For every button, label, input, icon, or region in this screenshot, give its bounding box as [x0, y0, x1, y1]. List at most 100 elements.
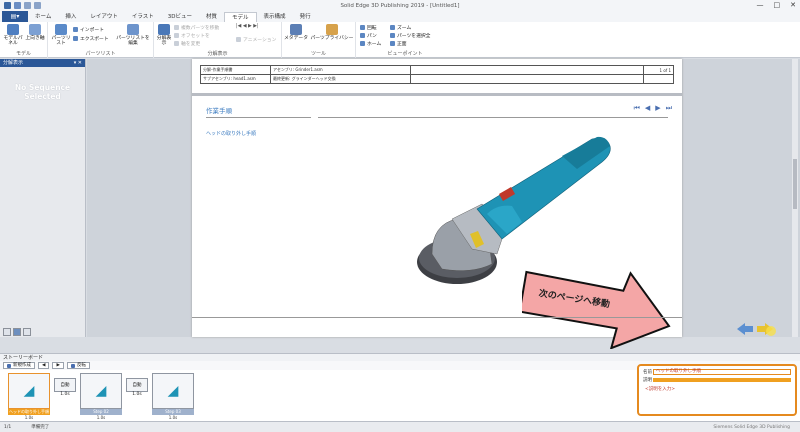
card-time: 1.0s: [168, 415, 178, 420]
pan-icon: [360, 33, 365, 38]
reverse-button[interactable]: 反転: [66, 362, 90, 369]
panel-tab-tree-icon[interactable]: [3, 328, 11, 336]
pin-icon[interactable]: ▾ ✕: [74, 59, 82, 67]
storyboard-header: ストーリーボード: [0, 353, 800, 361]
metadata-button[interactable]: メタデータ: [284, 24, 308, 41]
storyboard-card[interactable]: ◢ Step 03 1.0s: [152, 373, 194, 420]
window-controls: — □ ✕: [757, 1, 797, 9]
application-menu-button[interactable]: ▤▾: [2, 11, 28, 22]
previous-step-icon[interactable]: ◀: [645, 104, 650, 113]
zoom-icon: [390, 25, 395, 30]
grinder-thumb-icon: ◢: [95, 383, 107, 399]
table-cell: 1 of 1: [643, 65, 674, 75]
edit-partslist-button[interactable]: パーツリストを編集: [114, 24, 152, 46]
home-icon: [360, 41, 365, 46]
offset-button[interactable]: オフセットを: [174, 32, 210, 39]
tab-publish[interactable]: 発行: [293, 12, 318, 22]
last-step-icon[interactable]: ⏭: [666, 104, 672, 113]
page-indicator: 1/1: [4, 424, 12, 430]
grinder-thumb-icon: ◢: [23, 383, 35, 399]
step-properties-panel: 名前 ヘッドの取り外し手順 説明 <説明を入力>: [637, 364, 797, 416]
next-page-arrows[interactable]: [737, 321, 777, 337]
tab-insert[interactable]: 挿入: [58, 12, 83, 22]
first-step-icon[interactable]: ⏮: [634, 104, 640, 113]
description-label: 説明: [643, 378, 652, 383]
pan-button[interactable]: パン: [360, 32, 377, 39]
tab-home[interactable]: ホーム: [28, 12, 58, 22]
table-cell: [410, 74, 644, 84]
zoom-button[interactable]: ズーム: [390, 24, 411, 31]
card-thumbnail: ◢: [8, 373, 50, 409]
tab-illustration[interactable]: イラスト: [125, 12, 161, 22]
parts-privacy-button[interactable]: パーツプライバシー: [310, 24, 354, 41]
name-field[interactable]: ヘッドの取り外し手順: [653, 369, 791, 375]
front-view-button[interactable]: 正面: [390, 40, 407, 47]
rotate-icon: [360, 25, 365, 30]
card-time: 1.0s: [24, 415, 34, 420]
next-step-icon[interactable]: ▶: [655, 104, 660, 113]
table-cell: [410, 65, 644, 75]
name-label: 名前: [643, 370, 652, 375]
tab-layout[interactable]: レイアウト: [83, 12, 125, 22]
animation-button[interactable]: アニメーション: [236, 36, 276, 43]
title-bar: Solid Edge 3D Publishing 2019 - [Untitle…: [0, 0, 800, 11]
lock-icon: [326, 24, 338, 35]
explode-button[interactable]: 分解表示: [156, 24, 172, 46]
rotate-button[interactable]: 回転: [360, 24, 377, 31]
panel-tab-view-icon[interactable]: [23, 328, 31, 336]
new-icon: [7, 363, 11, 368]
group-label-model: モデル: [15, 51, 31, 57]
panel-tab-explode-icon[interactable]: [13, 328, 21, 336]
transition-time: 1.0s: [60, 392, 70, 397]
axis-icon: [174, 41, 179, 46]
edit-partslist-icon: [127, 24, 139, 35]
tab-model[interactable]: モデル: [224, 12, 257, 22]
ribbon-group-viewpoint: 回転 パン ホーム ズーム パーツを選択全 正面 ビューポイント: [356, 22, 454, 58]
ribbon-tabs: ▤▾ ホーム 挿入 レイアウト イラスト 3Dビュー 材質 モデル 表示構成 発…: [0, 11, 800, 22]
new-sequence-button[interactable]: 新規作成: [3, 362, 35, 369]
back-button[interactable]: ◀: [38, 362, 50, 369]
description-row: 説明: [643, 377, 791, 383]
storyboard-card[interactable]: ◢ ヘッドの取り外し手順 1.0s: [8, 373, 50, 420]
description-input-link[interactable]: <説明を入力>: [645, 386, 675, 392]
home-button[interactable]: ホーム: [360, 40, 381, 47]
up-axis-button[interactable]: 上向き軸: [24, 24, 46, 41]
table-cell: 分解-作業手順書: [200, 65, 271, 75]
explode-panel-header: 分解表示 ▾ ✕: [0, 59, 85, 67]
partslist-icon: [55, 24, 67, 35]
ribbon-group-model: モデルパネル 上向き軸 モデル: [0, 22, 48, 58]
header-divider: [192, 93, 682, 96]
zoom-fit-button[interactable]: パーツを選択全: [390, 32, 430, 39]
header-table: 分解-作業手順書 アセンブリ: Grinder1.asm 1 of 1 サブアセ…: [200, 65, 674, 84]
maximize-button[interactable]: □: [774, 1, 781, 9]
name-row: 名前 ヘッドの取り外し手順: [643, 369, 791, 375]
export-button[interactable]: エクスポート: [73, 35, 109, 42]
table-cell: [643, 74, 674, 84]
transition-card[interactable]: 自動 1.0s: [54, 378, 76, 397]
card-thumbnail: ◢: [152, 373, 194, 409]
status-text: 準備完了: [31, 425, 50, 430]
move-parts-button[interactable]: 複数パーツを移動: [174, 24, 219, 31]
import-icon: [73, 27, 78, 32]
playback-controls[interactable]: |◀ ◀ ▶ ▶|: [236, 24, 259, 29]
panel-tabs: [3, 328, 31, 336]
storyboard-card[interactable]: ◢ Step 02 1.0s: [80, 373, 122, 420]
section-title: 作業手順: [206, 107, 232, 115]
explode-icon: [158, 24, 170, 35]
minimize-button[interactable]: —: [757, 1, 764, 9]
model-panel-button[interactable]: モデルパネル: [3, 24, 23, 46]
tab-3d-view[interactable]: 3Dビュー: [161, 12, 199, 22]
scroll-thumb[interactable]: [793, 159, 797, 209]
tab-display-config[interactable]: 表示構成: [257, 12, 293, 22]
tab-material[interactable]: 材質: [199, 12, 224, 22]
close-button[interactable]: ✕: [790, 1, 796, 9]
transition-card[interactable]: 自動 1.0s: [126, 378, 148, 397]
vertical-scrollbar[interactable]: [792, 59, 798, 337]
forward-button[interactable]: ▶: [52, 362, 64, 369]
callout-arrow: [522, 270, 671, 349]
import-button[interactable]: インポート: [73, 26, 104, 33]
model-panel-icon: [7, 24, 19, 35]
arrow-right-icon: ▶: [56, 363, 60, 368]
change-axis-button[interactable]: 軸を変更: [174, 40, 200, 47]
partslist-button[interactable]: パーツリスト: [51, 24, 71, 46]
